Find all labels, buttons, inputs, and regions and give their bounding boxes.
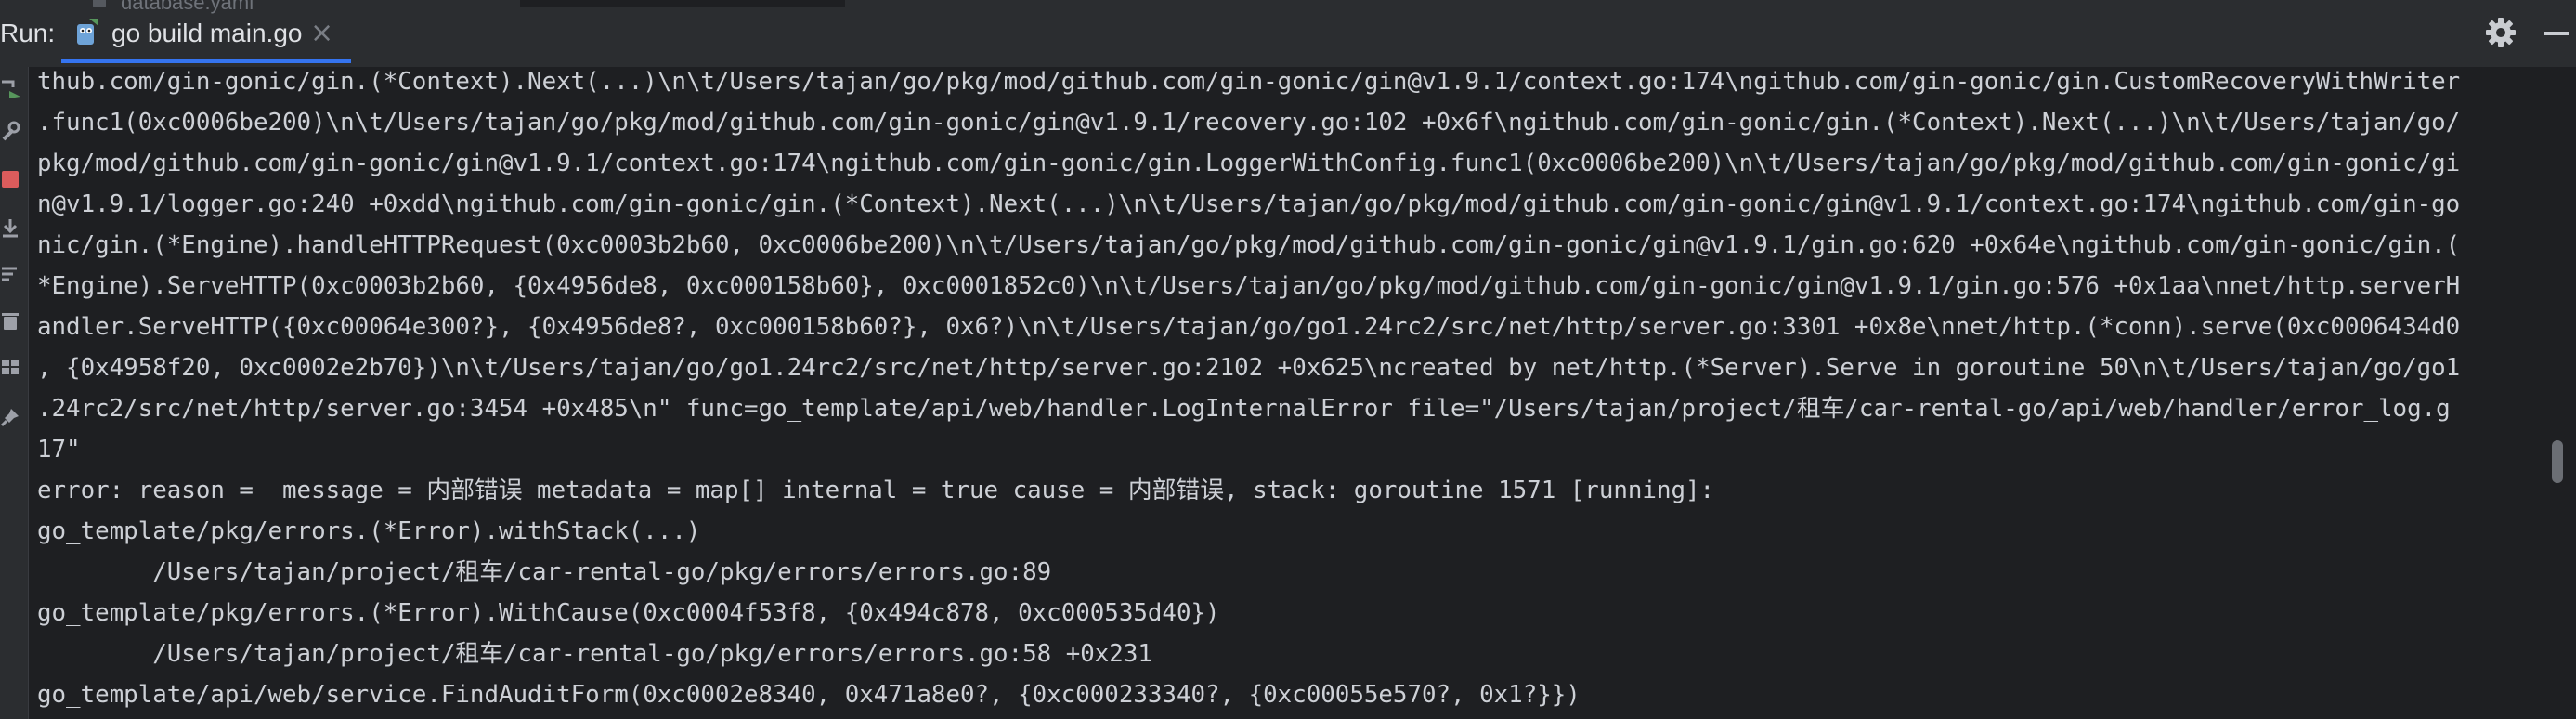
console-line: andler.ServeHTTP({0xc00064e300?}, {0x495… xyxy=(37,313,2461,341)
console-line: thub.com/gin-gonic/gin.(*Context).Next(.… xyxy=(37,68,2461,96)
gear-icon[interactable] xyxy=(2485,17,2517,48)
scroll-to-end-icon[interactable] xyxy=(0,217,20,238)
console-line: .func1(0xc0006be200)\n\t/Users/tajan/go/… xyxy=(37,109,2461,137)
run-sidebar xyxy=(0,67,29,719)
layout-icon[interactable] xyxy=(0,357,20,377)
delete-icon[interactable] xyxy=(0,310,20,331)
settings-wrench-icon[interactable] xyxy=(0,121,20,141)
pin-icon[interactable] xyxy=(0,407,20,427)
console-line: 17" xyxy=(37,436,81,464)
console-line: /Users/tajan/project/租车/car-rental-go/pk… xyxy=(37,640,1152,668)
toolbar-divider xyxy=(520,0,845,7)
tab-label: go build main.go xyxy=(111,19,303,47)
minimize-icon[interactable] xyxy=(2544,32,2569,35)
console-line: error: reason = message = 内部错误 metadata … xyxy=(37,477,1715,504)
tab-go-build-main[interactable]: go build main.go × xyxy=(61,7,351,63)
console-line: go_template/pkg/errors.(*Error).withStac… xyxy=(37,517,701,545)
console-output[interactable]: thub.com/gin-gonic/gin.(*Context).Next(.… xyxy=(37,61,2535,715)
console-line: , {0x4958f20, 0xc0002e2b70})\n\t/Users/t… xyxy=(37,354,2461,382)
stop-icon[interactable] xyxy=(0,169,20,190)
vertical-scrollbar[interactable] xyxy=(2552,440,2563,483)
rerun-icon[interactable] xyxy=(0,78,20,98)
close-icon[interactable]: × xyxy=(310,17,333,49)
go-file-icon xyxy=(77,19,98,45)
console-line: /Users/tajan/project/租车/car-rental-go/pk… xyxy=(37,558,1052,586)
console-line: .24rc2/src/net/http/server.go:3454 +0x48… xyxy=(37,395,2451,423)
console-line: n@v1.9.1/logger.go:240 +0xdd\ngithub.com… xyxy=(37,190,2461,218)
console-line: nic/gin.(*Engine).handleHTTPRequest(0xc0… xyxy=(37,231,2461,259)
soft-wrap-icon[interactable] xyxy=(0,264,20,284)
console-line: *Engine).ServeHTTP(0xc0003b2b60, {0x4956… xyxy=(37,272,2461,300)
yaml-file-icon xyxy=(93,0,106,7)
console-line: go_template/api/web/service.FindAuditFor… xyxy=(37,681,1581,709)
run-label: Run: xyxy=(0,19,56,47)
console-line: pkg/mod/github.com/gin-gonic/gin@v1.9.1/… xyxy=(37,150,2461,177)
run-toolbar: database.yaml Run: go build main.go × xyxy=(0,0,2576,69)
console-line: go_template/pkg/errors.(*Error).WithCaus… xyxy=(37,599,1220,627)
